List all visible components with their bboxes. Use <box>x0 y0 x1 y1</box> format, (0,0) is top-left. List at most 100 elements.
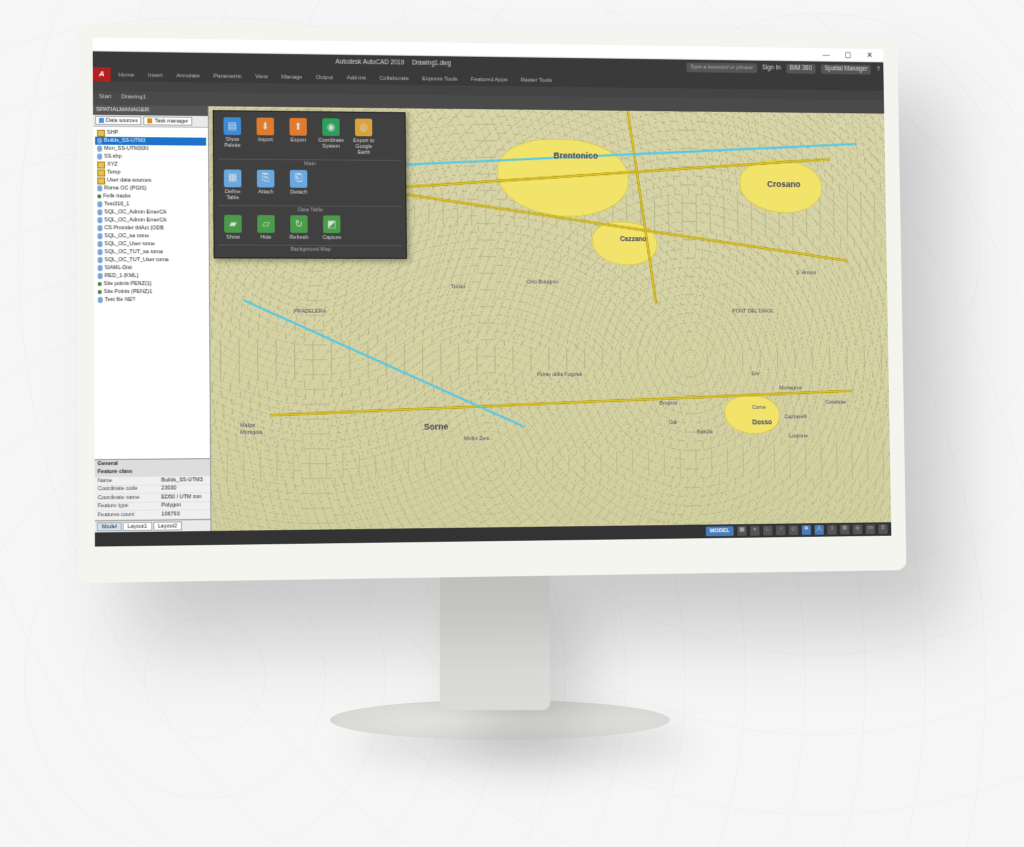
map-label: Baitula <box>697 430 713 437</box>
map-canvas[interactable]: ▤ ShowPalette ⬇Import⬆Export ◉ CoordinateSys… <box>209 106 891 531</box>
tab-parametric[interactable]: Parametric <box>208 71 248 83</box>
layout-tab-model[interactable]: Model <box>97 522 122 531</box>
close-button[interactable]: ✕ <box>861 50 877 60</box>
tab-annotate[interactable]: Annotate <box>171 71 206 82</box>
map-label: Cazzano <box>620 236 647 244</box>
tab-home[interactable]: Home <box>113 70 141 81</box>
panel-button[interactable]: ↻Refresh <box>284 216 313 242</box>
map-label: Molini Zeni <box>464 436 489 443</box>
app-name: Autodesk AutoCAD 2019 <box>335 59 404 68</box>
status-walk-icon[interactable]: ✱ <box>802 525 811 535</box>
panel-label: ShowPalette <box>224 137 241 149</box>
data-source-tree[interactable]: SHPBuilds_SS-UTM3Mun_SS-UTM30NSS.shpXYZT… <box>93 127 210 459</box>
tree-item[interactable]: SQL_OC_TUT_User roma <box>96 256 207 264</box>
tab-featured[interactable]: Featured Apps <box>465 75 513 86</box>
status-plus-icon[interactable]: ＋ <box>853 525 862 535</box>
map-label: Corne <box>752 405 766 411</box>
tree-item[interactable]: RED_1 (KML) <box>96 272 207 280</box>
panel-button[interactable]: ◎Export toGoogle Earth <box>349 118 378 156</box>
tab-insert[interactable]: Insert <box>142 71 169 82</box>
panel-icon: ▦ <box>224 169 242 187</box>
tree-item[interactable]: SIAML-Dist <box>96 264 207 272</box>
tree-item[interactable]: Site Points (PENZ)1 <box>96 288 207 296</box>
panel-label: Detach <box>290 189 307 195</box>
tree-item[interactable]: Site points PENZ(1) <box>96 280 207 288</box>
tree-item[interactable]: Test file NE? <box>96 296 207 304</box>
panel-button[interactable]: ◉ CoordinateSystem <box>316 118 345 156</box>
panel-label: Attach <box>258 189 273 195</box>
tab-addins[interactable]: Add-ins <box>341 73 372 84</box>
map-label: Crosano <box>767 179 801 190</box>
panel-button[interactable]: ⬇Import <box>251 117 280 155</box>
panel-button[interactable]: ◩Capture <box>317 216 346 242</box>
properties-panel: General Feature class NameBuilds_SS-UTM3… <box>95 458 211 520</box>
panel-icon: ◎ <box>355 119 372 137</box>
search-input[interactable]: Type a keyword or phrase <box>686 63 757 74</box>
minimize-button[interactable]: — <box>818 50 834 60</box>
autocad-logo-icon[interactable]: A <box>93 67 111 81</box>
map-label: Dosso <box>752 419 772 427</box>
map-label: Orto Bolognin <box>527 280 559 286</box>
status-menu-icon[interactable]: ≡ <box>878 524 887 534</box>
tab-output[interactable]: Output <box>310 73 339 84</box>
panel-label: Import <box>258 137 273 143</box>
panel-icon: ↻ <box>290 216 308 234</box>
status-gear-icon[interactable]: ⚙ <box>840 525 849 535</box>
status-snap-icon[interactable]: ⌖ <box>750 526 759 536</box>
screen: — ▢ ✕ Autodesk AutoCAD 2019 Drawing1.dwg… <box>93 38 892 547</box>
status-run-icon[interactable]: 人 <box>815 525 824 535</box>
map-label: Cazzarelli <box>784 414 806 420</box>
panel-button[interactable]: ⎗Detach <box>284 170 313 202</box>
layout-tab-layout1[interactable]: Layout1 <box>123 522 152 531</box>
panel-icon: ▤ <box>223 117 241 135</box>
panel-icon: ◉ <box>322 118 339 136</box>
tab-raster[interactable]: Raster Tools <box>515 75 558 86</box>
doc-tab-drawing1[interactable]: Drawing1 <box>121 95 146 102</box>
sidebar-tab-task[interactable]: Task manager <box>144 116 193 125</box>
status-scale-icon[interactable]: ⟟ <box>827 525 836 535</box>
topbar-bim360[interactable]: BIM 360 <box>786 64 815 74</box>
help-icon[interactable]: ? <box>876 66 879 73</box>
monitor: — ▢ ✕ Autodesk AutoCAD 2019 Drawing1.dwg… <box>77 23 907 583</box>
layout-tab-layout2[interactable]: Layout2 <box>153 521 182 530</box>
status-monitor-icon[interactable]: ▭ <box>866 524 875 534</box>
panel-button[interactable]: ▱Hide <box>251 215 280 241</box>
map-label: PONT DEL DIAOL <box>732 309 774 315</box>
tab-view[interactable]: View <box>249 72 273 83</box>
map-label: PRADELERA <box>294 309 326 316</box>
status-model-chip[interactable]: MODEL <box>706 526 734 536</box>
maximize-button[interactable]: ▢ <box>840 50 856 60</box>
sidebar-tab-data[interactable]: Data sources <box>95 116 142 125</box>
properties-table: NameBuilds_SS-UTM3Coordinate code23030Co… <box>95 476 211 520</box>
map-label: Ponte della Fugosa <box>537 372 582 379</box>
map-label: Mortagnoi <box>779 386 802 392</box>
panel-label: CoordinateSystem <box>318 138 344 150</box>
panel-button[interactable]: ⬆Export <box>284 118 313 156</box>
panel-button[interactable]: ▦ DefineTable <box>218 169 247 201</box>
signin-link[interactable]: Sign In <box>762 65 781 73</box>
tree-item[interactable]: SQL_OC_TUT_sa roma <box>96 248 207 256</box>
task-manager-icon <box>148 118 153 123</box>
panel-label: Capture <box>322 235 341 241</box>
panel-icon: ⬆ <box>289 118 307 136</box>
panel-label: DefineTable <box>225 189 241 201</box>
data-sources-icon <box>99 118 104 123</box>
prop-val: 106793 <box>159 510 211 519</box>
town-dosso <box>724 395 780 434</box>
tab-collaborate[interactable]: Collaborate <box>374 74 415 85</box>
map-label: Cerabrae <box>825 400 846 406</box>
status-polar-icon[interactable]: ◔ <box>776 526 785 536</box>
tab-express[interactable]: Express Tools <box>416 74 463 85</box>
tab-manage[interactable]: Manage <box>276 72 309 83</box>
panel-button[interactable]: ▤ ShowPalette <box>218 117 247 155</box>
status-ortho-icon[interactable]: ∟ <box>763 526 772 536</box>
doc-tab-start[interactable]: Start <box>99 94 112 101</box>
panel-button[interactable]: ▰Show <box>218 215 247 241</box>
status-osnap-icon[interactable]: ◇ <box>789 525 798 535</box>
map-label: Tordoi <box>451 284 465 290</box>
panel-icon: ▱ <box>257 215 275 233</box>
prop-key: Features count <box>95 511 159 520</box>
panel-button[interactable]: ⎘Attach <box>251 169 280 201</box>
topbar-spatialmanager[interactable]: Spatial Manager <box>821 64 871 74</box>
status-grid-icon[interactable]: ▦ <box>737 526 746 536</box>
